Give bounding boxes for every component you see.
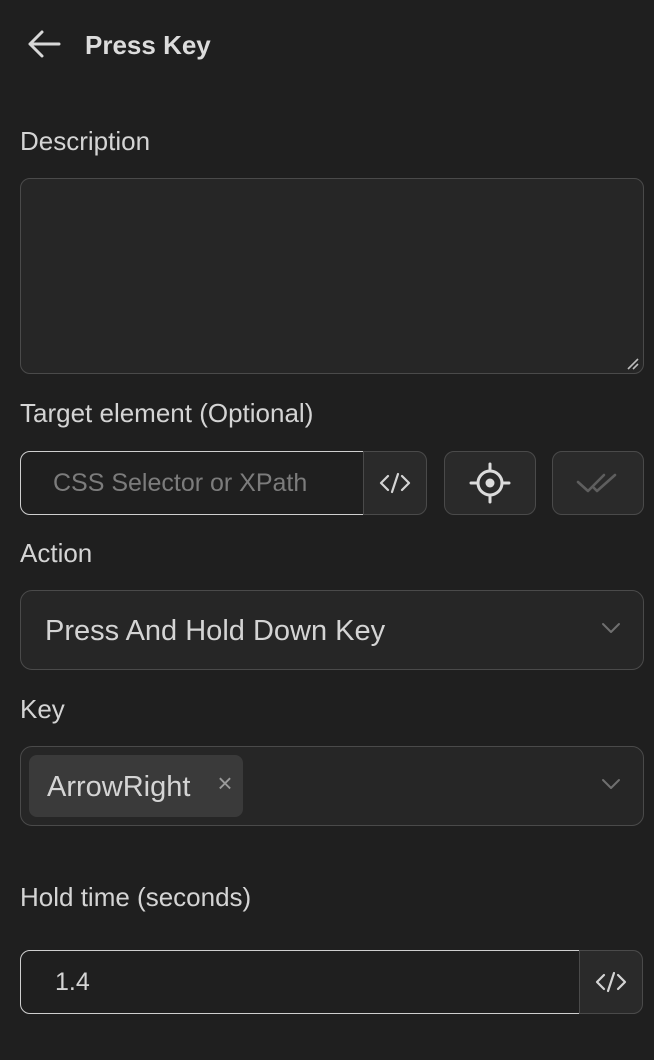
key-label: Key bbox=[20, 694, 65, 724]
chevron-down-icon bbox=[602, 779, 620, 789]
chevron-down-icon bbox=[602, 623, 620, 633]
action-label: Action bbox=[20, 538, 93, 568]
header: Press Key bbox=[0, 0, 654, 92]
pick-element-button[interactable] bbox=[444, 451, 536, 515]
key-select[interactable]: ArrowRight × bbox=[20, 746, 644, 826]
hold-time-input-group bbox=[20, 950, 644, 1014]
hold-time-input[interactable] bbox=[20, 950, 580, 1014]
code-icon bbox=[595, 971, 627, 993]
action-selected-value: Press And Hold Down Key bbox=[45, 615, 386, 647]
description-label: Description bbox=[20, 126, 151, 156]
verify-selector-button[interactable] bbox=[552, 451, 644, 515]
selector-code-button[interactable] bbox=[363, 451, 427, 515]
remove-tag-icon[interactable]: × bbox=[213, 770, 237, 796]
css-selector-input[interactable] bbox=[20, 451, 364, 515]
key-tag-label: ArrowRight bbox=[47, 771, 191, 803]
code-icon bbox=[379, 472, 411, 494]
arrow-left-icon bbox=[28, 30, 61, 58]
page-title: Press Key bbox=[85, 30, 211, 60]
hold-time-label: Hold time (seconds) bbox=[20, 882, 252, 912]
hold-time-code-button[interactable] bbox=[579, 950, 643, 1014]
key-tag: ArrowRight × bbox=[29, 755, 243, 817]
action-select[interactable]: Press And Hold Down Key bbox=[20, 590, 644, 670]
resize-grip-icon[interactable] bbox=[624, 355, 640, 371]
description-textarea[interactable] bbox=[20, 178, 644, 374]
selector-input-group bbox=[20, 451, 428, 515]
target-element-label: Target element (Optional) bbox=[20, 398, 314, 428]
back-button[interactable] bbox=[24, 26, 64, 62]
crosshair-icon bbox=[469, 462, 511, 504]
double-check-icon bbox=[576, 473, 617, 493]
